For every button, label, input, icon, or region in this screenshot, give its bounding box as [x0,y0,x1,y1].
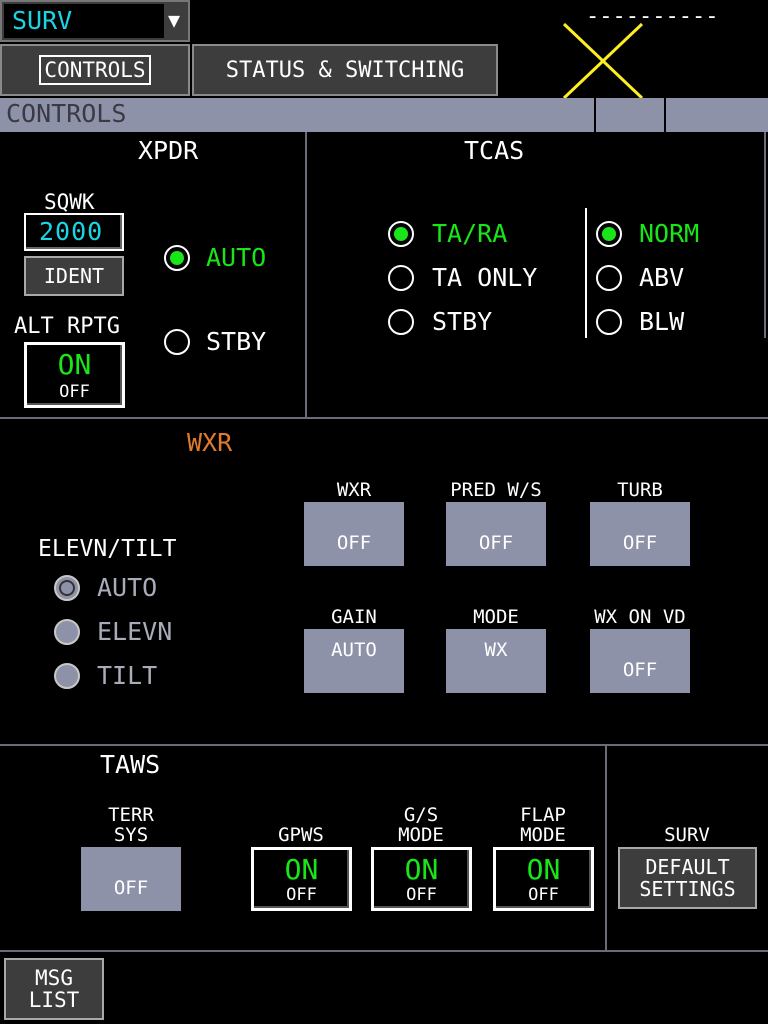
surv-defaults-caption: SURV [664,824,710,846]
pred-ws-button-value: OFF [478,532,514,554]
tcas-tara-radio[interactable] [388,221,414,247]
section-bar: CONTROLS [0,98,768,132]
elevn-tilt-option-label[interactable]: TILT [97,661,157,690]
tcas-title: TCAS [464,136,525,165]
section-bar-title: CONTROLS [6,99,127,128]
xpdr-stby-label[interactable]: STBY [206,327,266,356]
tcas-norm-radio[interactable] [596,221,622,247]
mode-button[interactable]: WX [446,629,546,693]
gain-button-caption: GAIN [331,606,377,628]
xpdr-stby-radio[interactable] [164,329,190,355]
tcas-blw-label[interactable]: BLW [639,307,684,336]
pred-ws-button[interactable]: OFF [446,502,546,566]
terr-sys-button-value: OFF [113,877,149,899]
divider [585,208,587,338]
flap-mode-off-label: OFF [528,885,559,905]
section-bar-divider [594,98,596,132]
tab-status-switching[interactable]: STATUS & SWITCHING [192,44,498,96]
tab-status-switching-label: STATUS & SWITCHING [225,57,465,83]
divider [0,744,768,746]
xpdr-auto-label[interactable]: AUTO [206,243,266,272]
mode-button-value: WX [484,639,508,661]
ident-button[interactable]: IDENT [24,256,124,296]
alt-rptg-off-label: OFF [59,382,90,402]
sqwk-code-field[interactable]: 2000 [24,213,124,251]
tcas-tara-label[interactable]: TA/RA [432,219,507,248]
surv-selector-value: SURV [12,6,73,35]
section-bar-divider [664,98,666,132]
flap-mode-on-label: ON [526,853,561,886]
wx-on-vd-button[interactable]: OFF [590,629,690,693]
terr-sys-caption-2: SYS [113,824,149,846]
xpdr-auto-radio[interactable] [164,245,190,271]
gpws-off-label: OFF [286,885,317,905]
default-settings-label-2: SETTINGS [639,877,736,901]
mode-button-caption: MODE [473,606,519,628]
elevn-elevn-label[interactable]: ELEVN [97,617,172,646]
alt-rptg-on-label: ON [57,348,92,381]
gs-mode-caption-1: G/S [403,804,439,826]
gs-mode-on-label: ON [404,853,439,886]
gs-mode-toggle[interactable]: ON OFF [371,847,472,911]
wxr-title: WXR [187,428,233,457]
failure-cross-icon [562,22,644,100]
turb-button-caption: TURB [617,479,663,501]
terr-sys-caption-1: TERR [108,804,154,826]
chevron-down-icon[interactable]: ▼ [168,8,180,32]
tcas-ta-only-radio[interactable] [388,265,414,291]
elevn-elevn-radio[interactable] [54,619,80,645]
turb-button-value: OFF [622,532,658,554]
sqwk-label: SQWK [44,190,95,214]
default-settings-label-1: DEFAULT [645,855,730,879]
elevn-tilt-label: ELEVN/TILT [38,536,177,562]
divider [764,132,766,338]
elevn-tilt-radio[interactable] [54,663,80,689]
elevn-auto-label[interactable]: AUTO [97,573,157,602]
divider [0,950,768,952]
gpws-toggle[interactable]: ON OFF [251,847,352,911]
gs-mode-caption-2: MODE [398,824,444,846]
gpws-caption: GPWS [278,824,324,846]
wxr-button-caption: WXR [336,479,372,501]
flap-mode-caption-2: MODE [520,824,566,846]
pred-ws-button-caption: PRED W/S [450,479,542,501]
divider [305,132,307,418]
terr-sys-button[interactable]: OFF [81,847,181,911]
tcas-stby-label[interactable]: STBY [432,307,492,336]
tab-controls[interactable]: CONTROLS [0,44,190,96]
tcas-blw-radio[interactable] [596,309,622,335]
msg-list-label-1: MSG [35,966,73,990]
wxr-button[interactable]: OFF [304,502,404,566]
alt-rptg-toggle[interactable]: ON OFF [24,342,125,408]
wxr-button-value: OFF [336,532,372,554]
default-settings-button[interactable]: DEFAULT SETTINGS [618,847,757,909]
elevn-auto-radio[interactable] [54,575,80,601]
ident-button-label: IDENT [43,264,105,288]
wx-on-vd-button-caption: WX ON VD [594,606,686,628]
xpdr-title: XPDR [138,136,199,165]
flap-mode-toggle[interactable]: ON OFF [493,847,594,911]
surv-selector[interactable]: SURV ▼ [0,0,190,42]
msg-list-label-2: LIST [28,988,80,1012]
tcas-ta-only-label[interactable]: TA ONLY [432,263,537,292]
taws-title: TAWS [100,750,161,779]
divider [0,417,768,419]
gpws-on-label: ON [284,853,319,886]
tab-controls-label: CONTROLS [39,55,151,85]
tcas-norm-label[interactable]: NORM [639,219,699,248]
msg-list-button[interactable]: MSG LIST [4,958,104,1020]
gain-button[interactable]: AUTO [304,629,404,693]
tcas-abv-label[interactable]: ABV [639,263,684,292]
divider [605,744,607,950]
alt-rptg-label: ALT RPTG [14,314,120,339]
gain-button-value: AUTO [331,639,377,661]
tcas-stby-radio[interactable] [388,309,414,335]
sqwk-code-value: 2000 [39,217,104,246]
turb-button[interactable]: OFF [590,502,690,566]
gs-mode-off-label: OFF [406,885,437,905]
flap-mode-caption-1: FLAP [520,804,566,826]
wx-on-vd-button-value: OFF [622,659,658,681]
tcas-abv-radio[interactable] [596,265,622,291]
